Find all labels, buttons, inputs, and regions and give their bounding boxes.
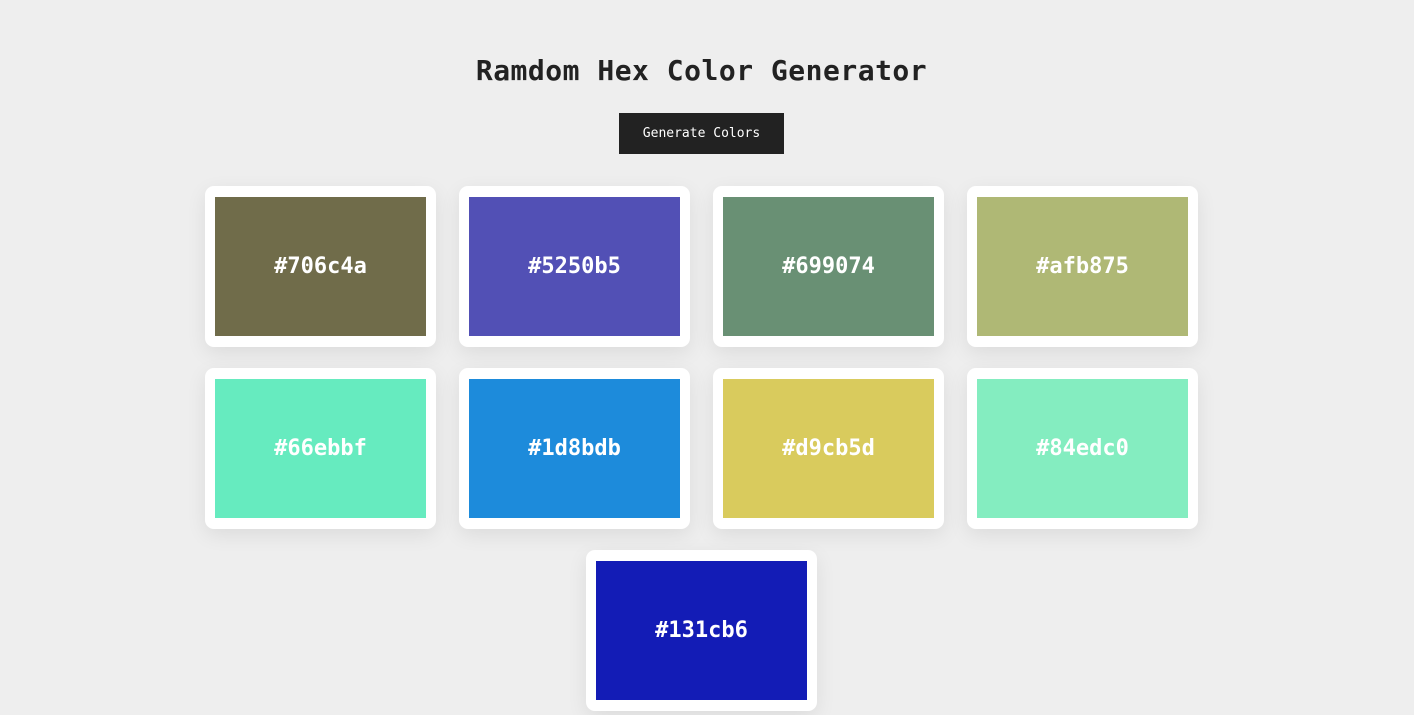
color-swatch: #84edc0	[977, 379, 1188, 518]
color-hex-label: #66ebbf	[274, 436, 367, 461]
color-hex-label: #706c4a	[274, 254, 367, 279]
generate-colors-button[interactable]: Generate Colors	[619, 113, 784, 154]
color-card[interactable]: #66ebbf	[205, 368, 436, 529]
color-hex-label: #afb875	[1036, 254, 1129, 279]
color-hex-label: #d9cb5d	[782, 436, 875, 461]
color-swatch: #706c4a	[215, 197, 426, 336]
color-swatch: #1d8bdb	[469, 379, 680, 518]
color-card[interactable]: #d9cb5d	[713, 368, 944, 529]
color-card[interactable]: #84edc0	[967, 368, 1198, 529]
color-swatch: #5250b5	[469, 197, 680, 336]
color-hex-label: #699074	[782, 254, 875, 279]
color-card[interactable]: #1d8bdb	[459, 368, 690, 529]
color-card[interactable]: #afb875	[967, 186, 1198, 347]
color-hex-label: #5250b5	[528, 254, 621, 279]
color-card[interactable]: #706c4a	[205, 186, 436, 347]
color-card[interactable]: #5250b5	[459, 186, 690, 347]
color-card[interactable]: #699074	[713, 186, 944, 347]
color-grid: #706c4a #5250b5 #699074 #afb875 #66ebbf #1d8b…	[205, 186, 1198, 711]
color-swatch: #66ebbf	[215, 379, 426, 518]
color-swatch: #d9cb5d	[723, 379, 934, 518]
color-swatch: #699074	[723, 197, 934, 336]
page-title: Ramdom Hex Color Generator	[475, 54, 928, 87]
color-hex-label: #84edc0	[1036, 436, 1129, 461]
color-hex-label: #1d8bdb	[528, 436, 621, 461]
color-hex-label: #131cb6	[655, 618, 748, 643]
color-swatch: #131cb6	[596, 561, 807, 700]
color-card[interactable]: #131cb6	[586, 550, 817, 711]
color-swatch: #afb875	[977, 197, 1188, 336]
